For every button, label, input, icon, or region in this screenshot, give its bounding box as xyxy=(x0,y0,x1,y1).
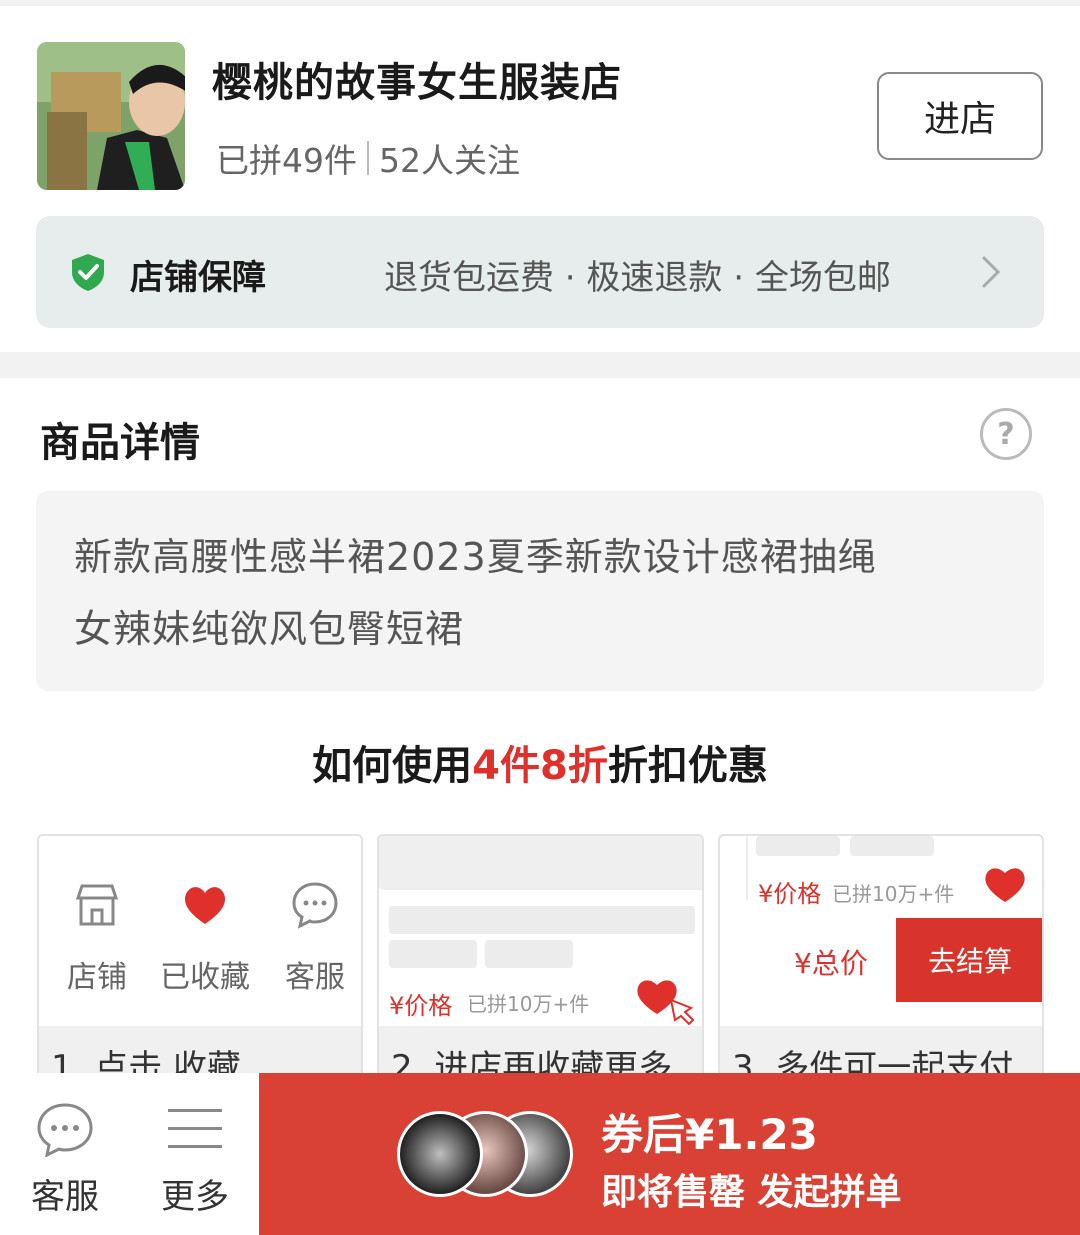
stats-divider xyxy=(367,141,369,175)
details-title: 商品详情 xyxy=(40,420,200,466)
placeholder-bar xyxy=(379,836,702,890)
group-buy-label: 即将售罄 发起拼单 xyxy=(601,1172,902,1213)
buyer-avatars xyxy=(397,1111,577,1197)
tutorial-favorited-label: 已收藏 xyxy=(160,960,250,995)
tutorial-store: 店铺 xyxy=(47,880,147,996)
guarantee-title: 店铺保障 xyxy=(130,258,266,298)
tutorial-total: ¥总价 xyxy=(794,947,868,980)
chat-icon xyxy=(292,882,338,929)
placeholder-bar xyxy=(389,940,477,968)
bottom-action-bar: 客服 更多 券后¥1.23 即将售罄 发起拼单 xyxy=(0,1073,1080,1235)
tutorial-card-3: ¥价格 已拼10万+件 ¥总价 去结算 3. 多件可一起支付 xyxy=(718,834,1044,1094)
product-description: 新款高腰性感半裙2023夏季新款设计感裙抽绳 女辣妹纯欲风包臀短裙 xyxy=(36,491,1044,691)
chevron-right-icon xyxy=(982,256,1001,288)
tutorial-card-2: ¥价格 已拼10万+件 2. 进店再收藏更多 xyxy=(377,834,704,1094)
store-icon xyxy=(75,884,119,926)
store-card: 樱桃的故事女生服装店 已拼49件 52人关注 进店 店铺保障 退货包运费 · 极… xyxy=(0,6,1080,352)
more-label: 更多 xyxy=(161,1177,229,1217)
store-name[interactable]: 樱桃的故事女生服装店 xyxy=(212,50,622,108)
help-icon[interactable]: ? xyxy=(980,408,1032,460)
enter-store-button[interactable]: 进店 xyxy=(877,72,1043,160)
checkout-button: 去结算 xyxy=(896,918,1042,1002)
placeholder-bar xyxy=(485,940,573,968)
guarantee-items: 退货包运费 · 极速退款 · 全场包邮 xyxy=(384,258,891,298)
more-button[interactable]: 更多 xyxy=(140,1101,250,1218)
store-stats: 已拼49件 52人关注 xyxy=(216,134,520,182)
tutorial-sold: 已拼10万+件 xyxy=(832,882,955,906)
store-guarantee-bar[interactable]: 店铺保障 退货包运费 · 极速退款 · 全场包邮 xyxy=(36,216,1044,328)
chat-icon xyxy=(37,1103,93,1158)
menu-icon xyxy=(168,1109,222,1148)
heart-icon xyxy=(184,887,226,924)
howto-suffix: 折扣优惠 xyxy=(607,743,768,789)
group-buy-button[interactable]: 券后¥1.23 即将售罄 发起拼单 xyxy=(259,1073,1080,1235)
coupon-price: 券后¥1.23 xyxy=(601,1110,818,1159)
follower-count: 52人关注 xyxy=(379,141,520,180)
howto-prefix: 如何使用 xyxy=(312,743,473,789)
service-label: 客服 xyxy=(31,1177,99,1217)
customer-service-button[interactable]: 客服 xyxy=(10,1101,120,1218)
discount-howto-title: 如何使用4件8折折扣优惠 xyxy=(0,733,1080,791)
tutorial-favorited: 已收藏 xyxy=(155,880,255,996)
avatar xyxy=(397,1111,483,1197)
description-line: 女辣妹纯欲风包臀短裙 xyxy=(74,607,465,651)
placeholder-bar xyxy=(756,836,840,856)
placeholder-bar xyxy=(850,836,934,856)
shield-check-icon xyxy=(72,254,104,291)
divider xyxy=(746,836,748,900)
sold-count: 已拼49件 xyxy=(216,141,357,180)
heart-tap-icon xyxy=(637,980,695,1026)
description-line: 新款高腰性感半裙2023夏季新款设计感裙抽绳 xyxy=(74,535,877,579)
store-avatar[interactable] xyxy=(37,42,185,190)
placeholder-bar xyxy=(389,906,695,934)
tutorial-price: ¥价格 xyxy=(758,880,822,908)
howto-highlight: 4件8折 xyxy=(472,743,608,789)
tutorial-sold: 已拼10万+件 xyxy=(467,992,590,1016)
tutorial-card-1: 店铺 已收藏 客服 1. 点击 收藏 xyxy=(37,834,363,1094)
tutorial-store-label: 店铺 xyxy=(67,960,127,995)
heart-icon xyxy=(985,868,1025,902)
tutorial-price: ¥价格 xyxy=(389,992,453,1020)
tutorial-service: 客服 xyxy=(265,880,361,996)
tutorial-service-label: 客服 xyxy=(285,960,345,995)
